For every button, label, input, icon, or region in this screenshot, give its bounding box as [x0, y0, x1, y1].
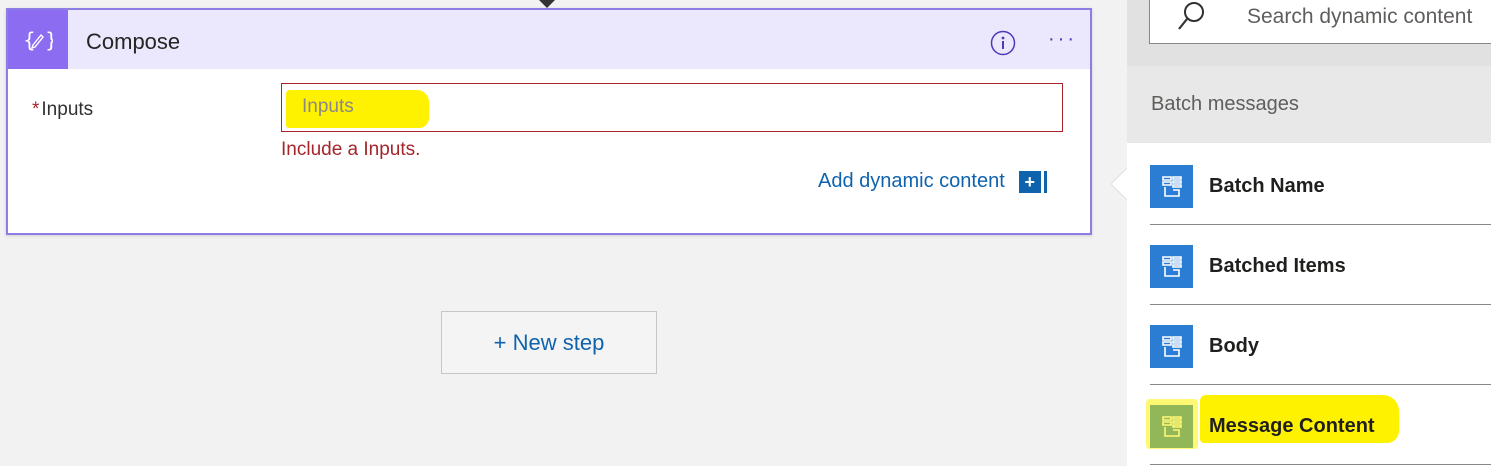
compose-icon: { }: [8, 10, 68, 69]
compose-action-card[interactable]: { } Compose ··· *Inputs Inputs Include a…: [6, 8, 1092, 235]
search-placeholder: Search dynamic content: [1247, 5, 1473, 28]
property-icon: [1150, 165, 1193, 208]
card-title: Compose: [86, 29, 181, 54]
add-dynamic-content-link[interactable]: Add dynamic content +: [818, 170, 1047, 193]
dynamic-item-batch-name[interactable]: Batch Name: [1150, 145, 1491, 225]
add-dynamic-content-label[interactable]: Add dynamic content: [818, 170, 1005, 193]
inputs-label-text: Inputs: [41, 99, 94, 120]
validation-error: Include a Inputs.: [281, 139, 421, 160]
icon-highlight-mark: [1146, 399, 1198, 449]
svg-text:{: {: [23, 28, 36, 52]
required-asterisk: *: [32, 99, 40, 120]
svg-text:}: }: [45, 28, 53, 52]
dynamic-item-label: Message Content: [1209, 415, 1375, 437]
search-icon: [1178, 2, 1204, 30]
dynamic-item-label: Body: [1209, 335, 1259, 357]
section-title: Batch messages: [1151, 93, 1299, 115]
panel-search-area: Search dynamic content: [1127, 0, 1491, 66]
inputs-placeholder: Inputs: [302, 96, 354, 117]
dynamic-item-body[interactable]: Body: [1150, 305, 1491, 385]
inputs-label: * Inputs: [32, 99, 93, 121]
dynamic-content-panel: Search dynamic content Batch messages Ba…: [1127, 0, 1491, 466]
connector-arrow-icon: [539, 0, 555, 8]
dynamic-item-label: Batch Name: [1209, 175, 1325, 197]
property-icon: [1150, 245, 1193, 288]
add-dynamic-plus-icon[interactable]: +: [1018, 170, 1047, 193]
property-icon: [1150, 325, 1193, 368]
new-step-button[interactable]: + New step: [441, 311, 657, 374]
more-options-icon[interactable]: ···: [1048, 28, 1077, 51]
section-header[interactable]: Batch messages: [1127, 66, 1491, 143]
dynamic-item-label: Batched Items: [1209, 255, 1346, 277]
card-header[interactable]: { } Compose ···: [8, 10, 1090, 69]
dynamic-item-message-content[interactable]: Message Content: [1146, 385, 1491, 465]
info-icon[interactable]: [990, 30, 1016, 56]
dynamic-item-batched-items[interactable]: Batched Items: [1150, 225, 1491, 305]
search-input[interactable]: Search dynamic content: [1149, 0, 1491, 44]
inputs-field[interactable]: Inputs: [281, 83, 1063, 132]
